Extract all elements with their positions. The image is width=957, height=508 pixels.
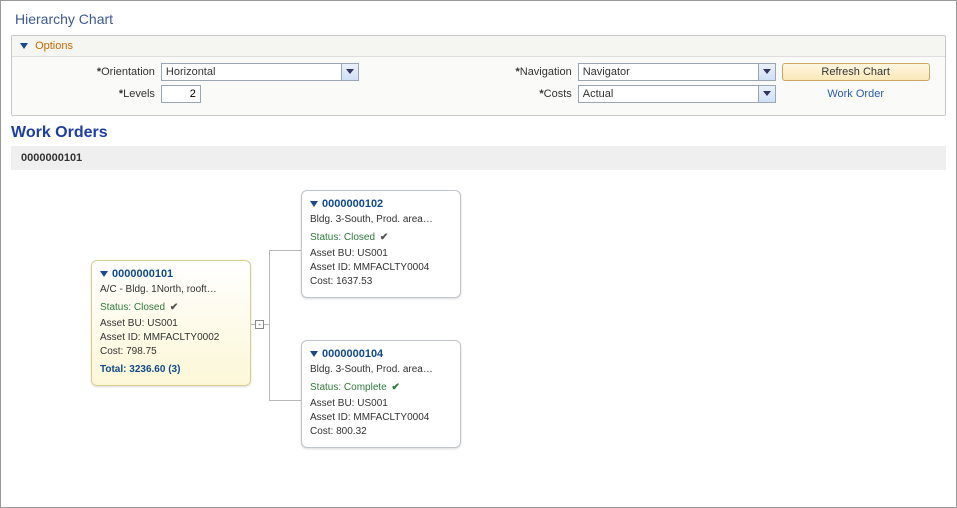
node-child: 0000000102 Bldg. 3-South, Prod. area… St… <box>301 190 461 298</box>
collapse-toggle[interactable]: - <box>255 320 264 329</box>
node-asset-id: Asset ID: MMFACLTY0004 <box>310 261 452 275</box>
node-id-link[interactable]: 0000000101 <box>112 267 173 281</box>
hierarchy-chart: - 0000000101 A/C - Bldg. 1North, rooft… … <box>11 180 946 480</box>
node-asset-bu: Asset BU: US001 <box>310 247 452 261</box>
connector <box>269 250 301 251</box>
orientation-label: *Orientation <box>22 66 161 78</box>
node-desc: Bldg. 3-South, Prod. area… <box>310 363 452 377</box>
checkmark-icon: ✔ <box>170 302 178 313</box>
node-asset-bu: Asset BU: US001 <box>310 397 452 411</box>
node-cost: Cost: 800.32 <box>310 425 452 439</box>
collapse-icon[interactable] <box>20 43 28 49</box>
checkmark-icon: ✔ <box>392 382 400 393</box>
costs-select[interactable]: Actual <box>578 85 777 103</box>
node-status: Status: Complete ✔ <box>310 381 452 395</box>
node-id-link[interactable]: 0000000104 <box>322 347 383 361</box>
node-asset-id: Asset ID: MMFACLTY0002 <box>100 331 242 345</box>
connector <box>269 400 301 401</box>
work-order-link[interactable]: Work Order <box>827 88 884 100</box>
node-asset-bu: Asset BU: US001 <box>100 317 242 331</box>
levels-input[interactable] <box>161 85 201 103</box>
node-cost: Cost: 798.75 <box>100 345 242 359</box>
node-desc: A/C - Bldg. 1North, rooft… <box>100 283 242 297</box>
node-root: 0000000101 A/C - Bldg. 1North, rooft… St… <box>91 260 251 386</box>
connector <box>269 250 270 400</box>
node-desc: Bldg. 3-South, Prod. area… <box>310 213 452 227</box>
node-id-link[interactable]: 0000000102 <box>322 197 383 211</box>
section-title: Work Orders <box>11 124 946 142</box>
chevron-down-icon <box>763 69 771 74</box>
navigation-select[interactable]: Navigator <box>578 63 777 81</box>
options-panel: Options *Orientation Horizontal *Navigat… <box>11 35 946 116</box>
chevron-down-icon <box>346 69 354 74</box>
levels-label: *Levels <box>22 88 161 100</box>
refresh-chart-button[interactable]: Refresh Chart <box>782 63 930 81</box>
costs-label: *Costs <box>201 88 578 100</box>
options-header[interactable]: Options <box>12 36 945 56</box>
page-title: Hierarchy Chart <box>15 11 946 27</box>
node-status: Status: Closed ✔ <box>100 301 242 315</box>
expand-icon[interactable] <box>310 351 318 357</box>
root-id-bar: 0000000101 <box>11 146 946 170</box>
options-header-label: Options <box>35 40 73 52</box>
node-asset-id: Asset ID: MMFACLTY0004 <box>310 411 452 425</box>
node-child: 0000000104 Bldg. 3-South, Prod. area… St… <box>301 340 461 448</box>
orientation-select[interactable]: Horizontal <box>161 63 360 81</box>
node-total: Total: 3236.60 (3) <box>100 363 242 377</box>
node-cost: Cost: 1637.53 <box>310 275 452 289</box>
expand-icon[interactable] <box>310 201 318 207</box>
navigation-label: *Navigation <box>359 66 577 78</box>
expand-icon[interactable] <box>100 271 108 277</box>
checkmark-icon: ✔ <box>380 232 388 243</box>
chevron-down-icon <box>763 91 771 96</box>
node-status: Status: Closed ✔ <box>310 231 452 245</box>
